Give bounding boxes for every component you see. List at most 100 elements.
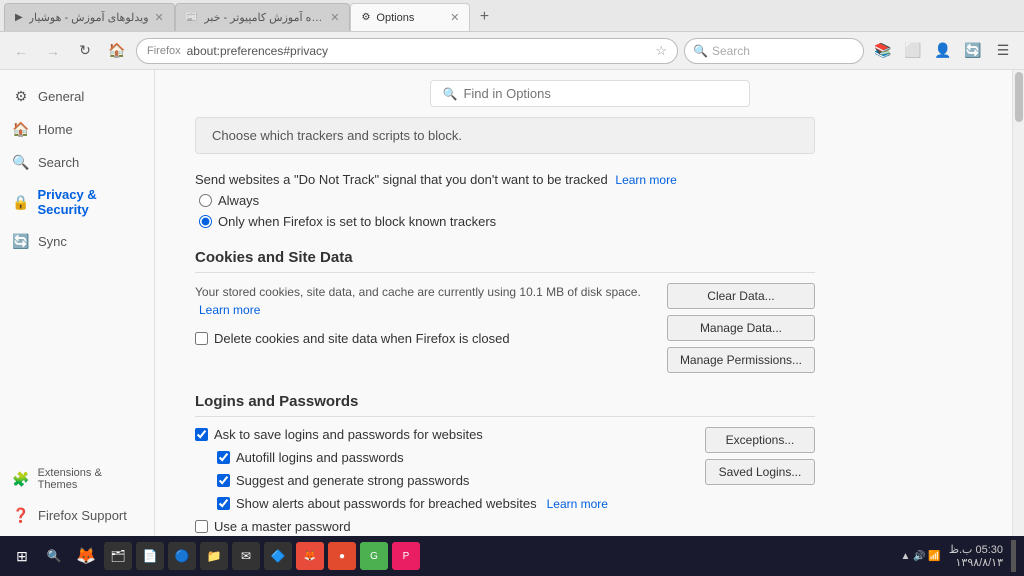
manage-data-button[interactable]: Manage Data... <box>667 315 815 341</box>
taskbar-app7[interactable]: 🦊 <box>296 542 324 570</box>
alerts-row[interactable]: Show alerts about passwords for breached… <box>217 496 689 511</box>
find-icon: 🔍 <box>443 87 458 101</box>
taskbar-firefox[interactable]: 🦊 <box>72 542 100 570</box>
master-password-row[interactable]: Use a master password <box>195 519 689 534</box>
toolbar-icons: 📚 ⬜ 👤 🔄 ☰ <box>870 38 1016 64</box>
taskbar-app10[interactable]: P <box>392 542 420 570</box>
tab-close-2[interactable]: ✕ <box>330 11 339 24</box>
tab-label-2: باپگاه آموزش کامپیوتر - خبر <box>204 11 324 24</box>
scrollbar[interactable] <box>1012 70 1024 536</box>
banner-text: Choose which trackers and scripts to blo… <box>212 128 462 143</box>
sidebar-item-home[interactable]: 🏠 Home <box>0 113 154 146</box>
cookies-learn-more[interactable]: Learn more <box>199 303 260 317</box>
menu-icon[interactable]: ☰ <box>990 38 1016 64</box>
taskbar-app3[interactable]: 🔵 <box>168 542 196 570</box>
saved-logins-button[interactable]: Saved Logins... <box>705 459 815 485</box>
autofill-checkbox[interactable] <box>217 451 230 464</box>
settings-container: Choose which trackers and scripts to blo… <box>155 117 855 536</box>
taskbar-app4[interactable]: 📁 <box>200 542 228 570</box>
sidebar-item-extensions[interactable]: 🧩 Extensions & Themes <box>0 459 154 499</box>
search-icon: 🔍 <box>693 44 708 58</box>
new-tab-button[interactable]: + <box>470 3 498 31</box>
tab-close-1[interactable]: ✕ <box>155 11 164 24</box>
do-not-track-section: Send websites a "Do Not Track" signal th… <box>195 172 815 229</box>
show-desktop-button[interactable] <box>1011 540 1016 572</box>
master-password-label: Use a master password <box>214 519 351 534</box>
start-button[interactable]: ⊞ <box>8 542 36 570</box>
dnt-only-when-radio[interactable] <box>199 215 212 228</box>
bookmark-star-icon[interactable]: ☆ <box>655 43 667 59</box>
exceptions-button[interactable]: Exceptions... <box>705 427 815 453</box>
cookies-layout: Your stored cookies, site data, and cach… <box>195 283 815 373</box>
tab-view-icon[interactable]: ⬜ <box>900 38 926 64</box>
tab-3[interactable]: ⚙ Options ✕ <box>350 3 470 31</box>
find-bar[interactable]: 🔍 <box>430 80 750 107</box>
taskbar-app1[interactable]: 🗂 <box>104 542 132 570</box>
taskbar-clock: 05:30 ب.ظ ۱۳۹۸/۸/۱۳ <box>949 543 1003 569</box>
address-bar[interactable]: Firefox about:preferences#privacy ☆ <box>136 38 678 64</box>
logins-left: Ask to save logins and passwords for web… <box>195 427 689 536</box>
search-input-bar[interactable]: 🔍 Search <box>684 38 864 64</box>
dnt-always-label: Always <box>218 193 259 208</box>
bookmarks-icon[interactable]: 📚 <box>870 38 896 64</box>
taskbar-app9[interactable]: G <box>360 542 388 570</box>
back-button[interactable]: ← <box>8 38 34 64</box>
tab-label-1: ویدلوهای آموزش - هوشیار <box>29 11 149 24</box>
autofill-label: Autofill logins and passwords <box>236 450 404 465</box>
sidebar-item-privacy[interactable]: 🔒 Privacy & Security <box>0 179 154 225</box>
sidebar-label-general: General <box>38 89 84 104</box>
taskbar-app2[interactable]: 📄 <box>136 542 164 570</box>
tab-favicon-2: 📰 <box>186 12 198 23</box>
cookies-description: Your stored cookies, site data, and cach… <box>195 283 651 319</box>
sync-icon[interactable]: 🔄 <box>960 38 986 64</box>
suggest-checkbox[interactable] <box>217 474 230 487</box>
alerts-checkbox[interactable] <box>217 497 230 510</box>
sidebar-item-sync[interactable]: 🔄 Sync <box>0 225 154 258</box>
cookies-buttons: Clear Data... Manage Data... Manage Perm… <box>667 283 815 373</box>
tab-1[interactable]: ▶ ویدلوهای آموزش - هوشیار ✕ <box>4 3 175 31</box>
dnt-always-radio[interactable] <box>199 194 212 207</box>
account-icon[interactable]: 👤 <box>930 38 956 64</box>
sidebar-item-search[interactable]: 🔍 Search <box>0 146 154 179</box>
delete-cookies-checkbox-row[interactable]: Delete cookies and site data when Firefo… <box>195 331 651 346</box>
logins-heading: Logins and Passwords <box>195 393 815 417</box>
ask-save-row[interactable]: Ask to save logins and passwords for web… <box>195 427 689 442</box>
refresh-button[interactable]: ↻ <box>72 38 98 64</box>
taskbar-app8[interactable]: ● <box>328 542 356 570</box>
master-password-checkbox[interactable] <box>195 520 208 533</box>
sidebar-item-support[interactable]: ❓ Firefox Support <box>0 499 154 532</box>
sidebar-item-general[interactable]: ⚙ General <box>0 80 154 113</box>
general-icon: ⚙ <box>12 88 30 105</box>
logins-layout: Ask to save logins and passwords for web… <box>195 427 815 536</box>
find-input[interactable] <box>463 86 736 101</box>
sync-nav-icon: 🔄 <box>12 233 30 250</box>
taskbar-time-value: 05:30 ب.ظ <box>949 543 1003 556</box>
taskbar-app5[interactable]: ✉ <box>232 542 260 570</box>
tab-favicon-3: ⚙ <box>361 12 370 23</box>
clear-data-button[interactable]: Clear Data... <box>667 283 815 309</box>
suggest-row[interactable]: Suggest and generate strong passwords <box>217 473 689 488</box>
scrollbar-thumb[interactable] <box>1015 72 1023 122</box>
sidebar: ⚙ General 🏠 Home 🔍 Search 🔒 Privacy & Se… <box>0 70 155 536</box>
manage-permissions-button[interactable]: Manage Permissions... <box>667 347 815 373</box>
autofill-row[interactable]: Autofill logins and passwords <box>217 450 689 465</box>
home-button[interactable]: 🏠 <box>104 38 130 64</box>
tab-2[interactable]: 📰 باپگاه آموزش کامپیوتر - خبر ✕ <box>175 3 351 31</box>
taskbar-app6[interactable]: 🔷 <box>264 542 292 570</box>
sidebar-label-support: Firefox Support <box>38 508 127 523</box>
alerts-learn-more[interactable]: Learn more <box>547 497 608 511</box>
sidebar-label-home: Home <box>38 122 73 137</box>
sidebar-label-extensions: Extensions & Themes <box>38 467 142 491</box>
taskbar-search[interactable]: 🔍 <box>40 542 68 570</box>
taskbar-left: ⊞ 🔍 🦊 🗂 📄 🔵 📁 ✉ 🔷 🦊 ● G P <box>8 542 420 570</box>
delete-cookies-checkbox[interactable] <box>195 332 208 345</box>
dnt-learn-more[interactable]: Learn more <box>615 173 676 187</box>
forward-button[interactable]: → <box>40 38 66 64</box>
tab-close-3[interactable]: ✕ <box>450 11 459 24</box>
sidebar-label-sync: Sync <box>38 234 67 249</box>
sidebar-label-privacy: Privacy & Security <box>37 187 142 217</box>
dnt-always-option[interactable]: Always <box>199 193 815 208</box>
tracker-banner: Choose which trackers and scripts to blo… <box>195 117 815 154</box>
ask-save-checkbox[interactable] <box>195 428 208 441</box>
dnt-only-when-option[interactable]: Only when Firefox is set to block known … <box>199 214 815 229</box>
